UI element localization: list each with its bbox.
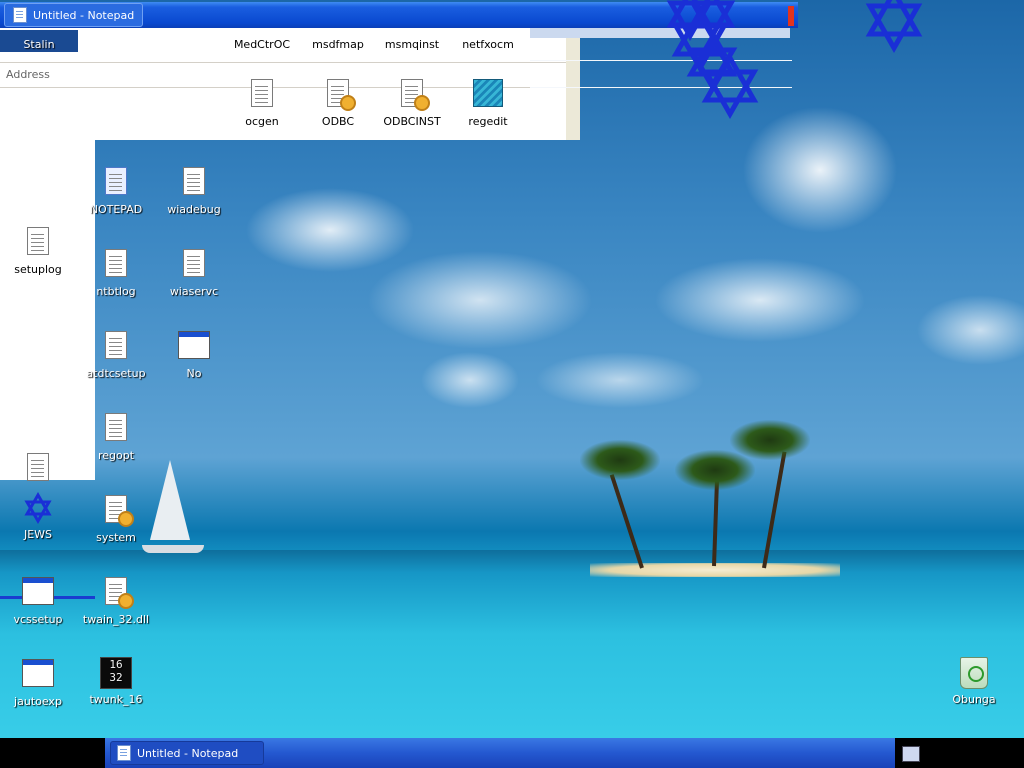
desktop-icon-obunga[interactable]: Obunga xyxy=(934,656,1014,706)
desktop-icon-regopt[interactable]: regopt xyxy=(76,410,156,462)
recycle-bin-icon xyxy=(958,657,990,689)
desktop-icon-twain32[interactable]: twain_32.dll xyxy=(76,574,156,626)
close-button-fragment xyxy=(788,6,794,26)
desktop-icon-twunk16[interactable]: 16 32 twunk_16 xyxy=(76,656,156,706)
twunk-icon-top-text: 16 xyxy=(109,658,123,671)
twunk-icon-bottom-text: 32 xyxy=(109,671,123,684)
application-window-icon xyxy=(178,331,210,363)
text-document-icon xyxy=(100,249,132,281)
desktop-icon-ntbtlog[interactable]: ntbtlog xyxy=(76,246,156,298)
text-document-icon xyxy=(100,331,132,363)
notepad-icon xyxy=(100,167,132,199)
desktop-icon-jautoexp[interactable]: jautoexp xyxy=(0,656,78,708)
keyboard-icon[interactable] xyxy=(902,746,920,762)
text-document-icon xyxy=(22,227,54,259)
taskbar-item-notepad[interactable]: Untitled - Notepad xyxy=(110,741,264,765)
icon-label: twain_32.dll xyxy=(82,613,150,626)
icon-label: vcssetup xyxy=(13,613,63,626)
icon-label: jautoexp xyxy=(14,695,62,708)
setup-program-icon xyxy=(22,577,54,609)
text-document-icon xyxy=(178,249,210,281)
taskbar: Untitled - Notepad xyxy=(0,738,1024,768)
desktop-icon-notepad[interactable]: NOTEPAD xyxy=(76,164,156,216)
icon-label: NOTEPAD xyxy=(89,203,143,216)
taskbar-item-label: Untitled - Notepad xyxy=(137,746,239,760)
icon-label: twunk_16 xyxy=(89,693,143,706)
twunk-16-icon: 16 32 xyxy=(100,657,132,689)
desktop-icon-wiaservc[interactable]: wiaservc xyxy=(154,246,234,298)
desktop-icon-no[interactable]: No xyxy=(154,328,234,380)
desktop-icon-partial[interactable] xyxy=(0,450,78,489)
icon-label: system xyxy=(96,531,136,544)
star-of-david-icon xyxy=(22,492,54,524)
icon-label: wiadebug xyxy=(167,203,221,216)
desktop-icon-system[interactable]: system xyxy=(76,492,156,544)
icon-label: atdtcsetup xyxy=(86,367,146,380)
icon-label: No xyxy=(186,367,202,380)
desktop-icon-wiadebug[interactable]: wiadebug xyxy=(154,164,234,216)
icon-label: setuplog xyxy=(14,263,62,276)
icon-label: Obunga xyxy=(952,693,996,706)
desktop-icon-vcssetup[interactable]: vcssetup xyxy=(0,574,78,626)
text-document-icon xyxy=(178,167,210,199)
dll-file-icon xyxy=(100,577,134,609)
icon-label: regopt xyxy=(97,449,135,462)
desktop-icon-atdtcsetup[interactable]: atdtcsetup xyxy=(76,328,156,380)
settings-document-icon xyxy=(100,495,134,527)
application-window-icon xyxy=(22,659,54,691)
star-of-david-icon xyxy=(865,0,923,54)
desktop-icon-setuplog[interactable]: setuplog xyxy=(0,224,78,276)
icon-label: JEWS xyxy=(23,528,53,541)
notepad-icon xyxy=(117,745,131,761)
text-document-icon xyxy=(22,453,54,485)
desktop-icon-jews[interactable]: JEWS xyxy=(0,492,78,541)
icon-label: ntbtlog xyxy=(96,285,136,298)
icon-label: wiaservc xyxy=(169,285,219,298)
text-document-icon xyxy=(100,413,132,445)
